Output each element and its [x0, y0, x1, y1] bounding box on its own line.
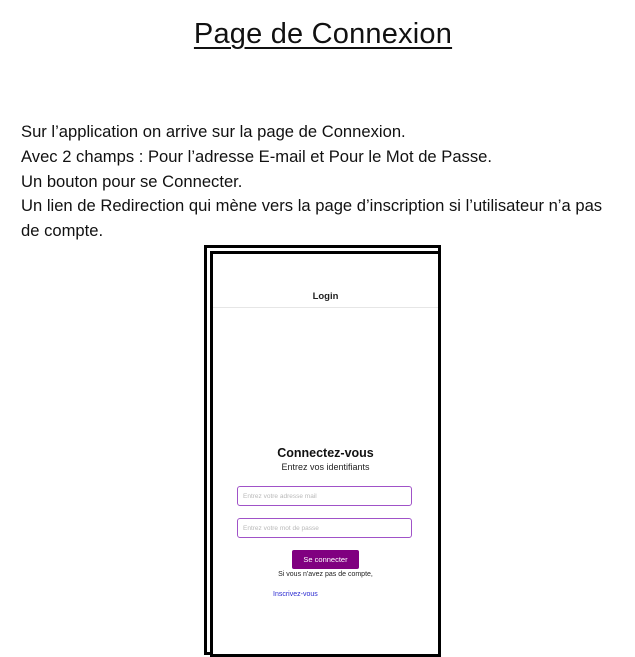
phone-frame: Login Connectez-vous Entrez vos identifi…	[204, 245, 441, 657]
description-line: Sur l’application on arrive sur la page …	[21, 122, 406, 141]
description-line: Avec 2 champs : Pour l’adresse E-mail et…	[21, 146, 492, 166]
password-field[interactable]	[237, 518, 412, 538]
phone-screen: Login Connectez-vous Entrez vos identifi…	[210, 251, 441, 657]
email-field[interactable]	[237, 486, 412, 506]
description-line: Un bouton pour se Connecter.	[21, 171, 243, 191]
register-link[interactable]: Inscrivez-vous	[273, 591, 318, 598]
app-header-title: Login	[312, 291, 339, 302]
connect-button[interactable]: Se connecter	[292, 550, 359, 569]
description-line: Un lien de Redirection qui mène vers la …	[21, 196, 603, 241]
description-paragraph: Sur l’application on arrive sur la page …	[21, 120, 625, 244]
login-subtitle: Entrez vos identifiants	[281, 462, 370, 472]
document-title: Page de Connexion	[193, 18, 453, 50]
login-heading: Connectez-vous	[277, 446, 374, 460]
app-header: Login	[213, 254, 438, 308]
no-account-text: Si vous n'avez pas de compte,	[278, 571, 373, 578]
